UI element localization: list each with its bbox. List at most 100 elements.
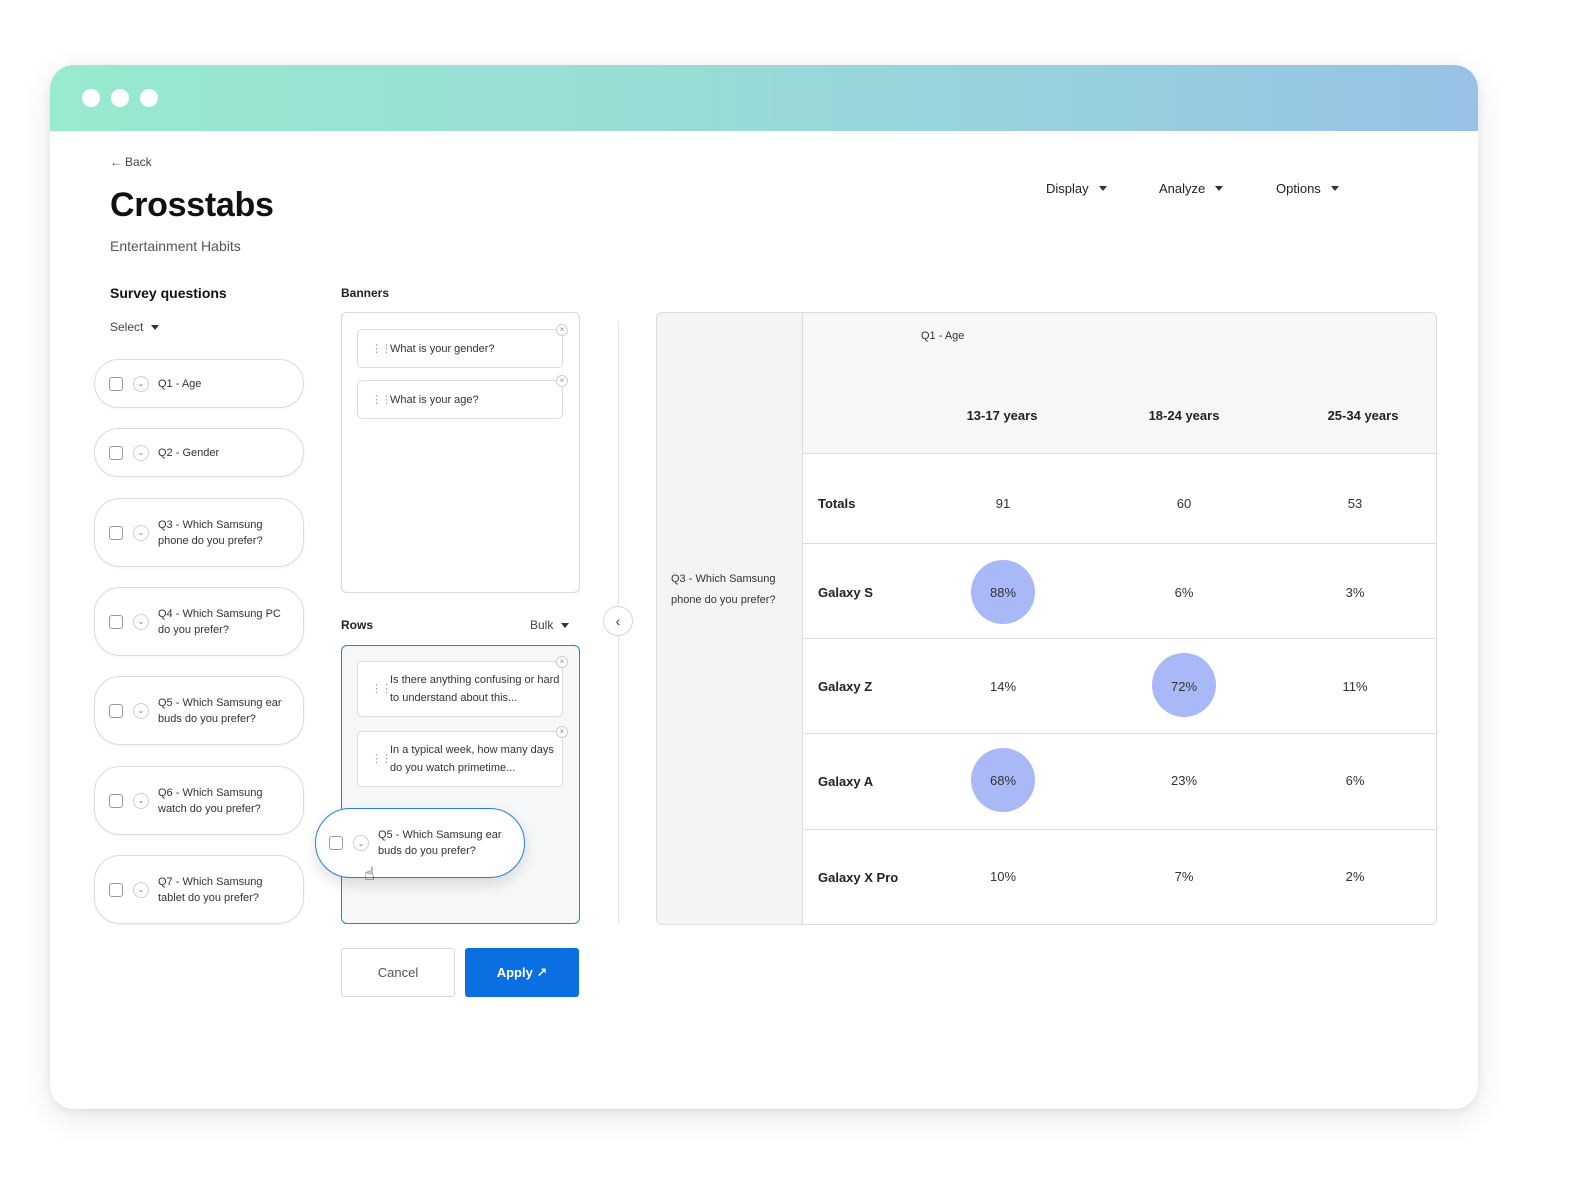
options-menu-label: Options	[1276, 181, 1321, 196]
analyze-menu[interactable]: Analyze	[1159, 181, 1224, 196]
table-cell: 14%	[989, 679, 1017, 694]
back-link[interactable]: ← Back	[110, 155, 152, 169]
table-cell: 72%	[1170, 679, 1198, 694]
table-cell: 7%	[1174, 869, 1194, 884]
checkbox[interactable]	[329, 836, 343, 850]
question-item-q5[interactable]: ⌄ Q5 - Which Samsung ear buds do you pre…	[94, 676, 304, 745]
chevron-down-icon[interactable]: ⌄	[133, 881, 149, 898]
question-item-q3[interactable]: ⌄ Q3 - Which Samsung phone do you prefer…	[94, 498, 304, 567]
column-header: 13-17 years	[966, 408, 1038, 423]
table-row: Galaxy X Pro 10% 7% 2%	[803, 830, 1436, 924]
close-icon[interactable]: ×	[556, 726, 568, 738]
apply-button[interactable]: Apply ↗	[465, 948, 579, 997]
chevron-down-icon[interactable]: ⌄	[133, 613, 149, 630]
survey-questions-title: Survey questions	[110, 285, 227, 301]
row-label: Galaxy A	[818, 774, 874, 789]
crosstab-table: Q3 - Which Samsung phone do you prefer? …	[656, 312, 1437, 925]
table-cell: 60	[1176, 496, 1192, 511]
cancel-button[interactable]: Cancel	[341, 948, 455, 997]
chevron-down-icon[interactable]: ⌄	[133, 524, 149, 541]
drag-handle-icon[interactable]: ⋮⋮	[371, 754, 392, 765]
display-menu-label: Display	[1046, 181, 1089, 196]
question-label: Q3 - Which Samsung phone do you prefer?	[158, 518, 263, 547]
question-item-q6[interactable]: ⌄ Q6 - Which Samsung watch do you prefer…	[94, 766, 304, 835]
rows-dropzone[interactable]: ⋮⋮ Is there anything confusing or hard t…	[341, 645, 580, 924]
table-cell: 6%	[1174, 585, 1194, 600]
chevron-down-icon[interactable]: ⌄	[353, 835, 369, 851]
table-cell: 10%	[989, 869, 1017, 884]
banner-chip-label: What is your age?	[390, 393, 479, 406]
row-label: Totals	[818, 496, 856, 511]
display-menu[interactable]: Display	[1046, 181, 1107, 196]
close-icon[interactable]: ×	[556, 656, 568, 668]
chevron-down-icon[interactable]: ⌄	[133, 375, 149, 392]
banner-question-label: Q1 - Age	[921, 330, 965, 342]
banners-dropzone[interactable]: ⋮⋮ What is your gender? × ⋮⋮ What is you…	[341, 312, 580, 593]
table-cell: 68%	[989, 773, 1017, 788]
question-item-q1[interactable]: ⌄ Q1 - Age	[94, 359, 304, 408]
question-label: Q5 - Which Samsung ear buds do you prefe…	[378, 829, 502, 857]
question-item-q7[interactable]: ⌄ Q7 - Which Samsung tablet do you prefe…	[94, 855, 304, 924]
caret-down-icon	[561, 622, 570, 628]
table-cell: 23%	[1170, 773, 1198, 788]
question-label: Q2 - Gender	[158, 446, 220, 459]
checkbox[interactable]	[109, 525, 123, 540]
row-label: Galaxy X Pro	[818, 870, 899, 885]
row-chip-label: In a typical week, how many days do you …	[390, 744, 554, 774]
table-cell: 6%	[1345, 773, 1365, 788]
chevron-left-icon: ‹	[615, 613, 621, 629]
window-dot-maximize[interactable]	[140, 89, 158, 107]
banner-chip[interactable]: ⋮⋮ What is your age? ×	[357, 375, 568, 419]
close-icon[interactable]: ×	[556, 375, 568, 387]
checkbox[interactable]	[109, 703, 123, 718]
bulk-dropdown[interactable]: Bulk	[530, 618, 570, 632]
table-cell: 91	[995, 496, 1011, 511]
page-title: Crosstabs	[110, 186, 274, 224]
banner-chip-label: What is your gender?	[390, 342, 495, 355]
banner-chip[interactable]: ⋮⋮ What is your gender? ×	[357, 324, 568, 368]
table-row: Totals 91 60 53	[803, 454, 1436, 544]
table-cell: 88%	[989, 585, 1017, 600]
table-cell: 11%	[1342, 679, 1368, 694]
question-item-q2[interactable]: ⌄ Q2 - Gender	[94, 428, 304, 477]
checkbox[interactable]	[109, 793, 123, 808]
drag-handle-icon[interactable]: ⋮⋮	[371, 394, 392, 405]
question-label: Q5 - Which Samsung ear buds do you prefe…	[158, 696, 282, 725]
window-dot-minimize[interactable]	[111, 89, 129, 107]
row-chip[interactable]: ⋮⋮ Is there anything confusing or hard t…	[357, 656, 568, 717]
select-dropdown[interactable]: Select	[110, 320, 160, 334]
options-menu[interactable]: Options	[1276, 181, 1339, 196]
table-cell: 53	[1347, 496, 1363, 511]
banners-label: Banners	[341, 286, 390, 300]
table-row: Galaxy A 68% 23% 6%	[803, 734, 1436, 830]
chevron-down-icon[interactable]: ⌄	[133, 702, 149, 719]
rows-label: Rows	[341, 618, 374, 632]
checkbox[interactable]	[109, 376, 123, 391]
chevron-down-icon[interactable]: ⌄	[133, 792, 149, 809]
caret-down-icon	[151, 324, 160, 330]
drag-handle-icon[interactable]: ⋮⋮	[371, 343, 392, 354]
caret-down-icon	[1330, 186, 1339, 191]
row-chip[interactable]: ⋮⋮ In a typical week, how many days do y…	[357, 726, 568, 787]
caret-down-icon	[1098, 186, 1107, 191]
chevron-down-icon[interactable]: ⌄	[133, 444, 149, 461]
app-window: ← Back Crosstabs Entertainment Habits Di…	[50, 65, 1478, 1109]
dragging-question-item[interactable]: ⌄ Q5 - Which Samsung ear buds do you pre…	[315, 808, 525, 878]
collapse-panel-button[interactable]: ‹	[603, 606, 633, 636]
banner-header: Q1 - Age 13-17 years 18-24 years 25-34 y…	[803, 313, 1436, 454]
question-label: Q4 - Which Samsung PC do you prefer?	[158, 607, 281, 636]
arrow-left-icon: ←	[110, 155, 122, 169]
grab-cursor-icon: ☝	[364, 864, 375, 884]
select-label: Select	[110, 320, 144, 334]
checkbox[interactable]	[109, 445, 123, 460]
page-subtitle: Entertainment Habits	[110, 238, 241, 254]
close-icon[interactable]: ×	[556, 324, 568, 336]
drag-handle-icon[interactable]: ⋮⋮	[371, 684, 392, 695]
checkbox[interactable]	[109, 614, 123, 629]
checkbox[interactable]	[109, 882, 123, 897]
question-item-q4[interactable]: ⌄ Q4 - Which Samsung PC do you prefer?	[94, 587, 304, 656]
window-titlebar	[50, 65, 1478, 131]
window-dot-close[interactable]	[82, 89, 100, 107]
row-question-label: Q3 - Which Samsung phone do you prefer?	[671, 573, 776, 606]
table-row: Galaxy S 88% 6% 3%	[803, 544, 1436, 639]
